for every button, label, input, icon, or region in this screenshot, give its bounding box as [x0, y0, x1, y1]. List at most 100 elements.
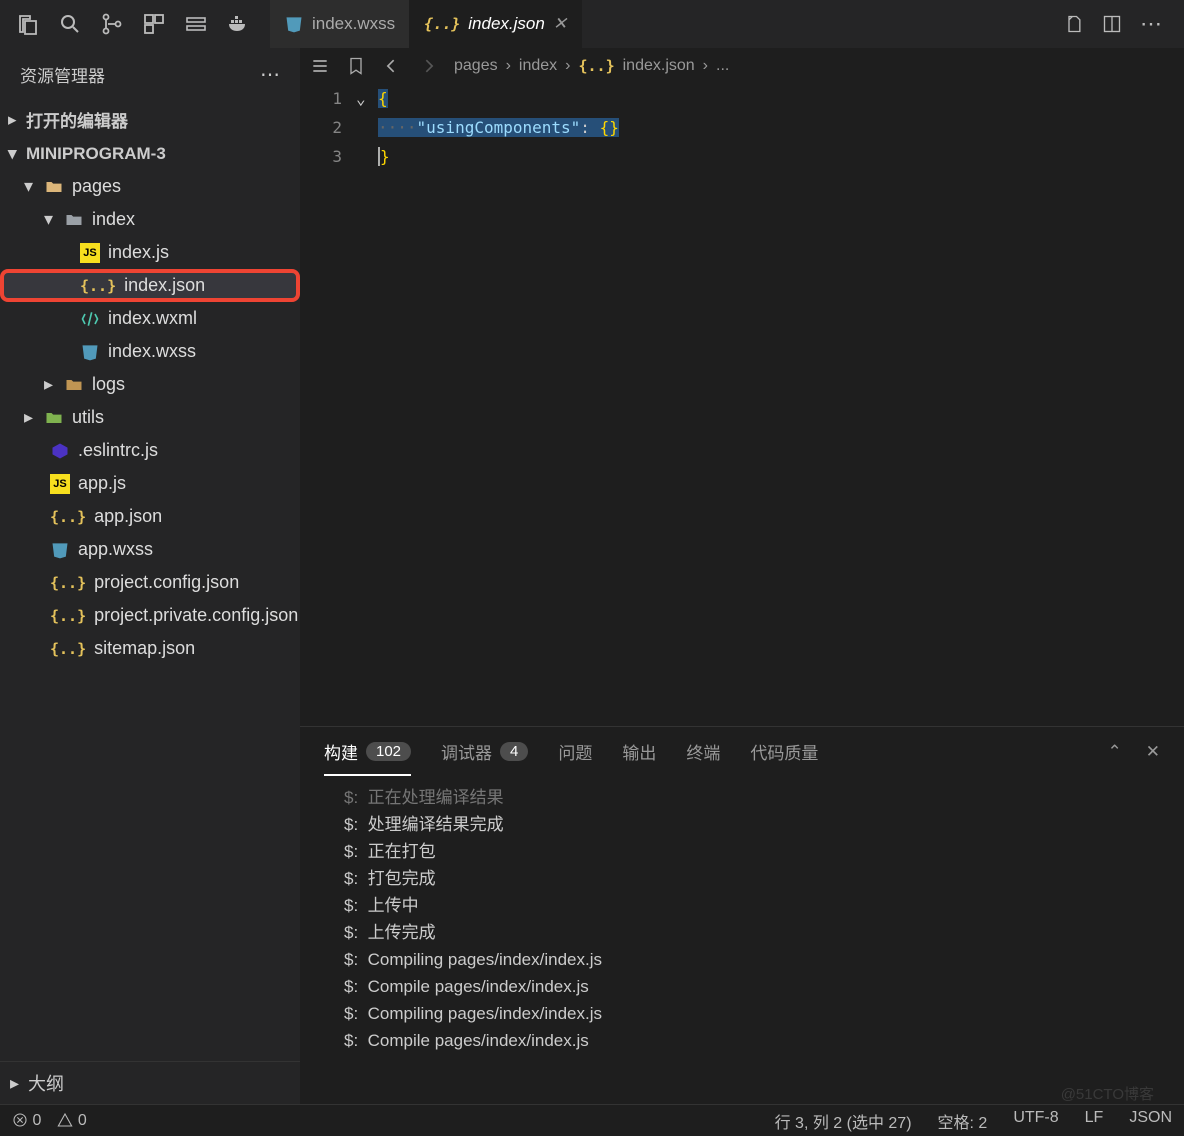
collapse-icon[interactable]: ⌃	[1108, 742, 1122, 762]
code-key: "usingComponents"	[417, 118, 581, 137]
item-label: sitemap.json	[94, 638, 195, 659]
git-icon[interactable]	[100, 12, 124, 36]
titlebar: index.wxss {..} index.json ✕ ⋯	[0, 0, 1184, 48]
list-icon[interactable]	[310, 56, 330, 76]
item-label: app.wxss	[78, 539, 153, 560]
folder-index[interactable]: ▾ index	[0, 203, 300, 236]
tab-index-json[interactable]: {..} index.json ✕	[410, 0, 582, 48]
item-label: .eslintrc.js	[78, 440, 158, 461]
search-icon[interactable]	[58, 12, 82, 36]
folder-logs[interactable]: ▸ logs	[0, 368, 300, 401]
file-eslintrc[interactable]: .eslintrc.js	[0, 434, 300, 467]
json-file-icon: {..}	[50, 574, 86, 592]
status-encoding[interactable]: UTF-8	[1013, 1109, 1058, 1133]
section-label: 打开的编辑器	[26, 107, 128, 132]
close-icon[interactable]: ✕	[1146, 742, 1160, 762]
chevron-down-icon[interactable]: ⌄	[356, 84, 378, 113]
split-icon[interactable]	[1102, 14, 1122, 34]
log-line: $: Compile pages/index/index.js	[344, 1027, 1156, 1054]
back-icon[interactable]	[382, 56, 402, 76]
status-lang[interactable]: JSON	[1129, 1109, 1172, 1133]
panel-tabs: 构建 102 调试器 4 问题 输出 终端 代码质量 ⌃ ✕	[300, 727, 1184, 776]
json-file-icon: {..}	[579, 57, 615, 75]
file-tree: ▾ pages ▾ index JS index.js {..} index.j…	[0, 170, 300, 1061]
status-cursor[interactable]: 行 3, 列 2 (选中 27)	[775, 1109, 912, 1133]
bc-pages[interactable]: pages	[454, 57, 498, 75]
folder-icon	[64, 375, 84, 395]
panel-output[interactable]: $: 正在处理编译结果 $: 处理编译结果完成 $: 正在打包 $: 打包完成 …	[300, 776, 1184, 1104]
item-label: app.json	[94, 506, 162, 527]
item-label: pages	[72, 176, 121, 197]
code-val: {}	[600, 118, 619, 137]
more-icon[interactable]: ⋯	[1140, 11, 1162, 37]
json-file-icon: {..}	[80, 277, 116, 295]
bc-index[interactable]: index	[519, 57, 557, 75]
file-index-wxss[interactable]: index.wxss	[0, 335, 300, 368]
more-icon[interactable]: ⋯	[260, 62, 280, 87]
panel-tab-debugger[interactable]: 调试器 4	[441, 739, 528, 764]
files-icon[interactable]	[16, 12, 40, 36]
item-label: index.wxss	[108, 341, 196, 362]
status-eol[interactable]: LF	[1085, 1109, 1104, 1133]
status-errors[interactable]: 0	[12, 1112, 41, 1130]
status-spaces[interactable]: 空格: 2	[938, 1109, 988, 1133]
fold-gutter[interactable]: ⌄	[356, 84, 378, 726]
file-index-json[interactable]: {..} index.json	[0, 269, 300, 302]
warning-icon	[57, 1112, 73, 1128]
error-count: 0	[32, 1112, 41, 1129]
preview-icon[interactable]	[1064, 14, 1084, 34]
folder-open-icon	[44, 177, 64, 197]
bookmark-icon[interactable]	[346, 56, 366, 76]
wxml-file-icon	[80, 309, 100, 329]
json-file-icon: {..}	[50, 508, 86, 526]
log-line: $: 正在处理编译结果	[344, 784, 1156, 811]
tab-label: index.json	[468, 14, 545, 34]
tab-index-wxss[interactable]: index.wxss	[270, 0, 410, 48]
file-app-js[interactable]: JS app.js	[0, 467, 300, 500]
outline-section[interactable]: ▸ 大纲	[0, 1061, 300, 1104]
folder-utils[interactable]: ▸ utils	[0, 401, 300, 434]
badge: 102	[366, 742, 411, 761]
chevron-right-icon: ▸	[10, 1073, 22, 1094]
line-gutter: 123	[300, 84, 356, 726]
file-sitemap[interactable]: {..} sitemap.json	[0, 632, 300, 665]
project-name: MINIPROGRAM-3	[26, 144, 166, 164]
editor-body[interactable]: 123 ⌄ { ····"usingComponents": {} }	[300, 84, 1184, 726]
forward-icon[interactable]	[418, 56, 438, 76]
code-content[interactable]: { ····"usingComponents": {} }	[378, 84, 619, 726]
database-icon[interactable]	[184, 12, 208, 36]
panel-tab-output[interactable]: 输出	[622, 739, 656, 764]
file-app-json[interactable]: {..} app.json	[0, 500, 300, 533]
file-project-private[interactable]: {..} project.private.config.json	[0, 599, 300, 632]
file-index-js[interactable]: JS index.js	[0, 236, 300, 269]
wxss-file-icon	[50, 540, 70, 560]
panel-tab-build[interactable]: 构建 102	[324, 739, 411, 764]
log-line: $: Compiling pages/index/index.js	[344, 1000, 1156, 1027]
file-app-wxss[interactable]: app.wxss	[0, 533, 300, 566]
chevron-down-icon: ▾	[24, 176, 36, 197]
log-line: $: Compiling pages/index/index.js	[344, 946, 1156, 973]
wxss-file-icon	[284, 14, 304, 34]
js-file-icon: JS	[80, 243, 100, 263]
breadcrumb[interactable]: pages › index › {..} index.json › ...	[454, 57, 729, 75]
status-warnings[interactable]: 0	[57, 1112, 86, 1130]
json-file-icon: {..}	[424, 15, 460, 33]
code-brace: }	[378, 147, 390, 166]
docker-icon[interactable]	[226, 12, 250, 36]
tab-label: 代码质量	[750, 739, 818, 764]
extensions-icon[interactable]	[142, 12, 166, 36]
close-icon[interactable]: ✕	[553, 14, 567, 34]
folder-pages[interactable]: ▾ pages	[0, 170, 300, 203]
panel-tab-terminal[interactable]: 终端	[686, 739, 720, 764]
file-index-wxml[interactable]: index.wxml	[0, 302, 300, 335]
item-label: index	[92, 209, 135, 230]
sidebar-title: 资源管理器	[20, 62, 105, 87]
panel-tab-quality[interactable]: 代码质量	[750, 739, 818, 764]
file-project-config[interactable]: {..} project.config.json	[0, 566, 300, 599]
open-editors-section[interactable]: ▸ 打开的编辑器	[0, 101, 300, 138]
project-section[interactable]: ▾ MINIPROGRAM-3	[0, 138, 300, 170]
panel-tab-problems[interactable]: 问题	[558, 739, 592, 764]
chevron-right-icon: ▸	[8, 110, 20, 130]
bc-ellipsis: ...	[716, 57, 729, 75]
bc-file[interactable]: index.json	[623, 57, 695, 75]
